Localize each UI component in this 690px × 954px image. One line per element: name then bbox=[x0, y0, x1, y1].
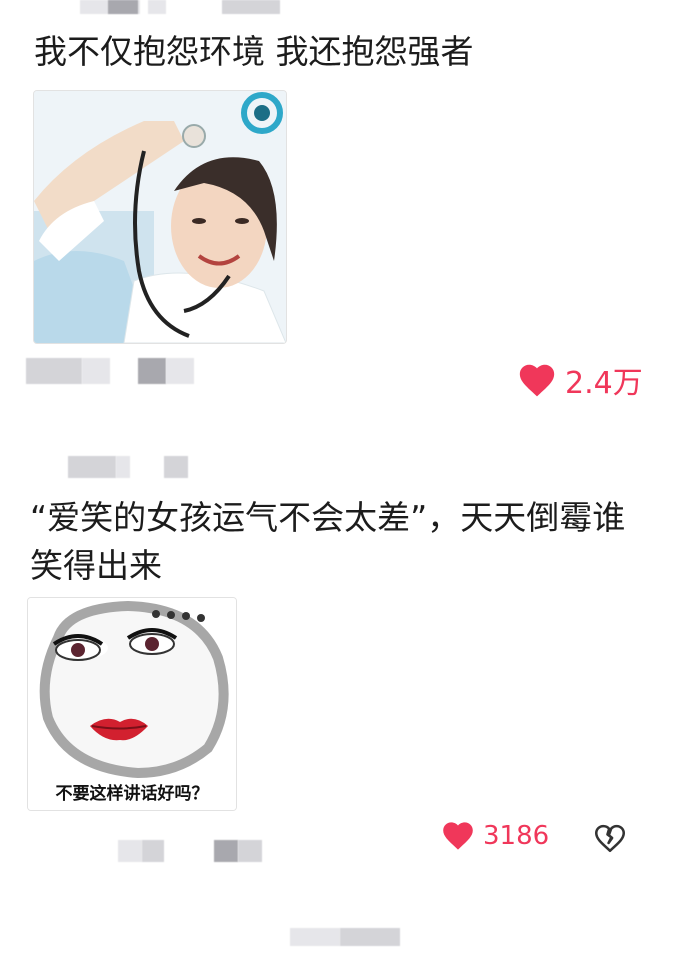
redacted-meta-top-2 bbox=[148, 0, 166, 14]
post2-like-count: 3186 bbox=[483, 820, 550, 851]
redacted-post1-meta-d bbox=[166, 358, 194, 384]
redacted-post2-meta-d bbox=[238, 840, 262, 862]
redacted-post2-user-c bbox=[164, 456, 188, 478]
redacted-post1-meta-c bbox=[138, 358, 166, 384]
heart-icon bbox=[443, 822, 473, 850]
redacted-watermark-b bbox=[340, 928, 400, 946]
redacted-meta-top bbox=[108, 0, 138, 14]
redacted-post1-meta-a bbox=[26, 358, 82, 384]
post1-text: 我不仅抱怨环境 我还抱怨强者 bbox=[34, 32, 474, 71]
post1-like-count: 2.4万 bbox=[565, 366, 643, 401]
redacted-post1-meta-b bbox=[82, 358, 110, 384]
redacted-post2-meta-a bbox=[118, 840, 142, 862]
redacted-post2-user-b bbox=[116, 456, 130, 478]
redacted-post2-meta-c bbox=[214, 840, 238, 862]
post2-image-caption: 不要这样讲话好吗？ bbox=[55, 784, 209, 804]
heart-icon bbox=[519, 364, 555, 397]
redacted-watermark-a bbox=[290, 928, 340, 946]
post2-text: “爱笑的女孩运气不会太差”，天天倒霉谁笑得出来 bbox=[30, 498, 626, 585]
post1-image[interactable] bbox=[33, 90, 287, 344]
redacted-post2-meta-b bbox=[142, 840, 164, 862]
post1-like-button[interactable]: 2.4万 bbox=[517, 358, 643, 402]
doctor-photo-illustration bbox=[34, 91, 286, 343]
redacted-post2-user-a bbox=[68, 456, 116, 478]
post2-dislike-button[interactable] bbox=[593, 822, 627, 858]
post2-image[interactable]: 不要这样讲话好吗？ bbox=[27, 597, 237, 811]
redacted-meta-top-3 bbox=[222, 0, 280, 14]
broken-heart-icon bbox=[594, 824, 626, 853]
post2-like-button[interactable]: 3186 bbox=[441, 820, 549, 851]
